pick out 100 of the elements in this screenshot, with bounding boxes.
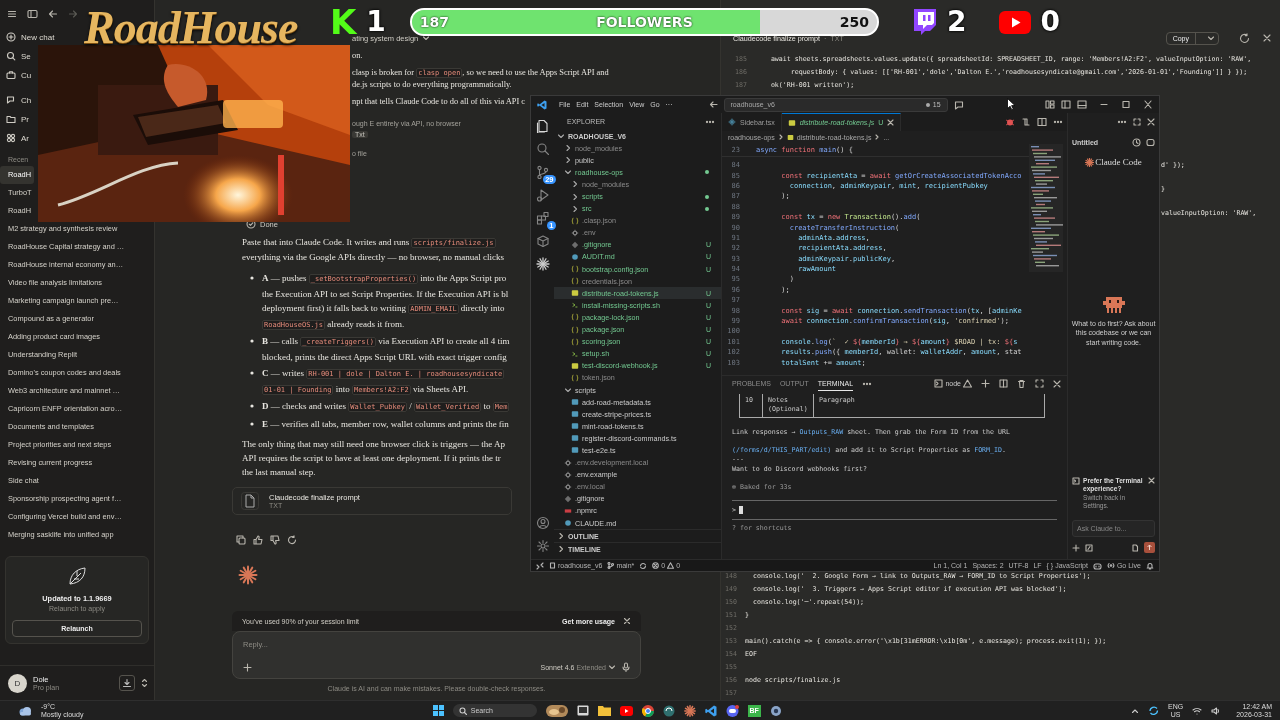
branch-icon[interactable] — [535, 165, 550, 179]
close-icon[interactable] — [1053, 379, 1061, 388]
more-icon[interactable] — [1053, 119, 1063, 125]
more-icon[interactable] — [862, 380, 873, 387]
more-icon[interactable] — [705, 118, 715, 125]
search-icon[interactable] — [535, 142, 550, 156]
script-file-icon — [571, 361, 579, 370]
chevron-icon[interactable] — [564, 386, 572, 394]
back-icon[interactable] — [708, 100, 718, 109]
terminal-icon — [1072, 477, 1080, 486]
trash-icon[interactable] — [1017, 379, 1026, 388]
add-terminal-icon[interactable] — [981, 379, 990, 388]
download-button[interactable] — [119, 675, 135, 691]
braces-icon — [571, 277, 579, 286]
bug-icon — [1005, 117, 1015, 127]
start-icon[interactable] — [432, 705, 444, 716]
chat-bubbles-icon — [6, 95, 16, 105]
plus-icon[interactable] — [1072, 543, 1080, 552]
thumbs-up-icon[interactable] — [253, 535, 263, 545]
sync-icon[interactable] — [1148, 705, 1160, 716]
wifi-icon[interactable] — [1192, 706, 1203, 715]
back-icon[interactable] — [48, 9, 58, 19]
layout-icon[interactable] — [1045, 100, 1055, 109]
settings-icon[interactable] — [769, 704, 782, 717]
message-paragraph: on. — [352, 50, 363, 62]
folder-icon — [6, 114, 16, 124]
sidebar-nav-item[interactable]: Pr — [0, 110, 32, 128]
component-file-icon — [728, 118, 736, 126]
copy-icon[interactable] — [236, 535, 246, 545]
pixel-creature-icon — [1102, 296, 1125, 313]
extensions-icon[interactable] — [535, 211, 550, 225]
more-icon[interactable] — [1117, 119, 1127, 125]
editor-logo-icon[interactable] — [704, 704, 717, 717]
warning-icon — [667, 562, 675, 569]
sidebar-nav-item[interactable]: Ch — [0, 91, 35, 109]
run-debug-icon[interactable] — [535, 188, 550, 202]
play-button-icon[interactable] — [619, 705, 633, 716]
split-terminal-icon[interactable] — [999, 379, 1008, 388]
files-icon[interactable] — [535, 119, 550, 133]
account-icon[interactable] — [535, 516, 550, 530]
close-icon[interactable] — [1143, 100, 1153, 109]
product-name: Claude Code — [1095, 157, 1142, 167]
panel-toggle-icon[interactable] — [1077, 100, 1087, 109]
starburst-icon[interactable] — [535, 257, 550, 271]
bullet-icon — [250, 371, 254, 375]
user-avatar[interactable]: D — [8, 673, 27, 693]
sidebar-toggle-icon[interactable] — [1061, 100, 1071, 109]
plus-icon[interactable] — [243, 662, 252, 672]
browser-icon[interactable] — [641, 704, 654, 717]
braces-icon — [571, 216, 579, 225]
send-icon[interactable] — [1144, 542, 1155, 553]
refresh-icon[interactable] — [1239, 32, 1250, 44]
sidebar-nav-item[interactable]: Cu — [0, 66, 35, 84]
bullet-icon — [250, 404, 254, 408]
broadcast-icon — [1106, 562, 1115, 569]
sidebar-nav-item[interactable]: New chat — [0, 28, 58, 46]
follower-count: 187 — [419, 14, 450, 30]
thumbs-down-icon[interactable] — [270, 535, 280, 545]
sync-icon[interactable] — [639, 561, 648, 570]
maximize-icon[interactable] — [1121, 100, 1131, 109]
box-icon[interactable] — [535, 234, 550, 248]
split-editor-icon[interactable] — [1037, 117, 1047, 127]
editor-logo-icon — [537, 99, 547, 110]
new-chat-icon — [6, 32, 16, 42]
task-view-icon[interactable] — [576, 705, 589, 716]
slash-command-icon[interactable] — [1085, 543, 1093, 552]
terminal-icon — [934, 379, 944, 388]
bell-icon[interactable] — [1146, 561, 1154, 570]
speaker-icon[interactable] — [1211, 706, 1222, 715]
starburst-icon[interactable] — [683, 704, 696, 717]
compare-icon[interactable] — [1021, 117, 1031, 127]
file-icon[interactable] — [1131, 543, 1139, 552]
game-controller-icon[interactable] — [725, 704, 739, 717]
braces-icon — [571, 325, 579, 334]
settings-icon[interactable] — [535, 539, 550, 553]
maximize-panel-icon[interactable] — [1035, 379, 1044, 388]
caret-icon[interactable] — [422, 34, 431, 42]
sidebar-toggle-icon[interactable] — [27, 9, 38, 19]
retry-icon[interactable] — [287, 535, 297, 545]
grid-icon — [6, 133, 16, 143]
close-icon[interactable] — [1262, 33, 1272, 43]
message-paragraph: npt that tells Claude Code to do all of this via API c — [352, 96, 526, 108]
close-icon[interactable] — [1147, 118, 1155, 126]
expand-icon[interactable] — [141, 678, 148, 688]
sidebar-nav-item[interactable]: Ar — [0, 129, 32, 147]
folder-icon[interactable] — [597, 705, 611, 716]
chevron-icon — [874, 134, 881, 140]
info-file-icon — [564, 519, 572, 528]
history-icon[interactable] — [1132, 137, 1141, 147]
chat-icon[interactable] — [953, 99, 964, 110]
remote-icon[interactable] — [536, 561, 544, 570]
close-icon[interactable] — [1148, 477, 1155, 485]
microphone-icon[interactable] — [622, 662, 630, 672]
new-session-icon[interactable] — [1146, 137, 1155, 147]
maximize-icon[interactable] — [1133, 118, 1141, 126]
close-icon[interactable] — [623, 617, 631, 625]
close-icon[interactable] — [887, 119, 895, 126]
menu-icon[interactable] — [7, 9, 17, 19]
mouse-pointer-icon — [1007, 98, 1015, 110]
sidebar-nav-item[interactable]: Se — [0, 47, 34, 65]
